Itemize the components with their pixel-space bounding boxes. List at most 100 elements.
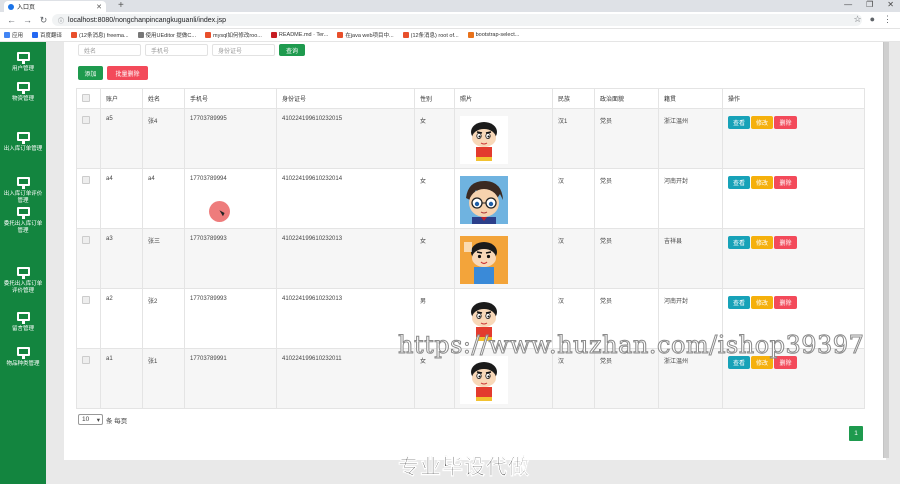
sidebar-item-label: 出入库订单评价管理 bbox=[3, 191, 43, 204]
row-checkbox[interactable] bbox=[82, 296, 90, 304]
view-button[interactable]: 查看 bbox=[728, 116, 750, 129]
monitor-icon bbox=[16, 132, 30, 144]
translate-icon bbox=[32, 32, 39, 38]
tab-title: 入口页 bbox=[17, 5, 36, 11]
monitor-icon bbox=[16, 207, 30, 219]
row-select-cell bbox=[76, 228, 101, 289]
bookmark-item[interactable]: (12条消息) root of... bbox=[402, 31, 459, 39]
minimize-icon[interactable]: — bbox=[844, 0, 852, 9]
sidebar-item[interactable]: 用户管理 bbox=[0, 52, 46, 73]
bookmark-label: (12条消息) freema... bbox=[79, 33, 129, 39]
reload-icon[interactable]: ↻ bbox=[39, 15, 48, 26]
view-button[interactable]: 查看 bbox=[728, 176, 750, 189]
monitor-icon bbox=[16, 312, 30, 324]
view-button[interactable]: 查看 bbox=[728, 296, 750, 309]
sidebar-item[interactable]: 物品种类管理 bbox=[0, 347, 46, 368]
bookmark-item[interactable]: (12条消息) freema... bbox=[71, 31, 129, 39]
cell-account: a2 bbox=[100, 288, 143, 349]
browser-tab[interactable]: 入口页 ✕ bbox=[4, 1, 106, 12]
cell-political: 党员 bbox=[594, 168, 659, 229]
close-window-icon[interactable]: ✕ bbox=[887, 0, 894, 9]
monitor-icon bbox=[16, 177, 30, 189]
menu-icon[interactable]: ⋮ bbox=[883, 14, 892, 25]
bookmark-item[interactable]: bootstrap-select... bbox=[467, 32, 519, 38]
bookmark-item[interactable]: 使用UEditor 提做C... bbox=[137, 31, 196, 39]
cell-gender: 女 bbox=[414, 168, 455, 229]
close-tab-icon[interactable]: ✕ bbox=[96, 3, 102, 11]
sidebar-item[interactable]: 出入库订单管理 bbox=[0, 132, 46, 153]
edit-button[interactable]: 修改 bbox=[751, 176, 773, 189]
csdn-icon bbox=[337, 32, 344, 38]
gitee-icon bbox=[270, 32, 277, 38]
view-button[interactable]: 查看 bbox=[728, 236, 750, 249]
table-row: a3 张三 17703789993 410224199610232013 女 汉党员 吉祥县… bbox=[76, 228, 865, 289]
cell-actions: 查看 修改 删除 bbox=[722, 108, 865, 169]
address-bar[interactable]: ⓘ localhost:8080/nongchanpincangkuguanli… bbox=[52, 14, 862, 26]
monitor-icon bbox=[16, 52, 30, 64]
edit-button[interactable]: 修改 bbox=[751, 236, 773, 249]
chevron-down-icon: ▾ bbox=[96, 416, 100, 424]
edit-button[interactable]: 修改 bbox=[751, 296, 773, 309]
apps-icon bbox=[4, 32, 10, 38]
sidebar-item[interactable]: 委托出入库订单管理 bbox=[0, 207, 46, 235]
restore-icon[interactable]: ❐ bbox=[866, 0, 873, 9]
csdn-icon bbox=[71, 32, 78, 38]
sidebar-item[interactable]: 出入库订单评价管理 bbox=[0, 177, 46, 205]
page-icon bbox=[137, 32, 144, 38]
star-icon[interactable]: ☆ bbox=[853, 14, 861, 25]
user-photo-image bbox=[460, 116, 508, 164]
page-1-button[interactable]: 1 bbox=[849, 426, 863, 441]
row-select-cell bbox=[76, 108, 101, 169]
bookmark-item[interactable]: 应用 bbox=[4, 31, 23, 39]
sidebar-item[interactable]: 留言管理 bbox=[0, 312, 46, 333]
sidebar-item-label: 委托出入库订单管理 bbox=[3, 221, 43, 234]
cell-photo bbox=[454, 108, 553, 169]
cell-idcard: 410224199610232013 bbox=[276, 288, 415, 349]
new-tab-icon[interactable]: + bbox=[118, 0, 124, 11]
page-size-select[interactable]: 10 ▾ bbox=[78, 414, 103, 425]
select-all-checkbox[interactable] bbox=[82, 93, 90, 102]
bookmark-label: README.md · Ter... bbox=[278, 32, 329, 38]
bookmark-item[interactable]: mysql如何修改roo... bbox=[204, 31, 262, 39]
mouse-cursor-highlight bbox=[209, 201, 230, 222]
window-controls: — ❐ ✕ bbox=[844, 0, 894, 9]
phone-search-input[interactable]: 手机号 bbox=[145, 44, 208, 56]
delete-button[interactable]: 删除 bbox=[774, 176, 797, 189]
cell-gender: 女 bbox=[414, 108, 455, 169]
info-icon[interactable]: ⓘ bbox=[58, 16, 64, 25]
idcard-search-input[interactable]: 身份证号 bbox=[212, 44, 275, 56]
query-button[interactable]: 查询 bbox=[279, 44, 305, 56]
forward-icon[interactable]: → bbox=[23, 15, 32, 25]
url-text: localhost:8080/nongchanpincangkuguanli/i… bbox=[68, 16, 227, 24]
profile-icon[interactable]: ● bbox=[870, 14, 875, 25]
csdn-icon bbox=[402, 32, 409, 38]
row-checkbox[interactable] bbox=[82, 356, 90, 364]
row-checkbox[interactable] bbox=[82, 236, 90, 244]
delete-button[interactable]: 删除 bbox=[774, 236, 797, 249]
sidebar-item[interactable]: 物资管理 bbox=[0, 82, 46, 103]
edit-button[interactable]: 修改 bbox=[751, 116, 773, 129]
cell-political: 党员 bbox=[594, 228, 659, 289]
add-button[interactable]: 添加 bbox=[78, 66, 103, 80]
scrollbar[interactable] bbox=[883, 42, 889, 458]
bookmark-item[interactable]: 在java web项目中... bbox=[337, 31, 394, 39]
bookmark-item[interactable]: README.md · Ter... bbox=[270, 32, 329, 38]
batch-delete-button[interactable]: 批量删除 bbox=[107, 66, 148, 80]
row-checkbox[interactable] bbox=[82, 176, 90, 184]
cell-hometown: 浙江温州 bbox=[658, 108, 723, 169]
user-photo-image bbox=[460, 356, 508, 404]
row-select-cell bbox=[76, 288, 101, 349]
cell-idcard: 410224199610232011 bbox=[276, 348, 415, 409]
sidebar-item-label: 用户管理 bbox=[11, 66, 34, 72]
back-icon[interactable]: ← bbox=[7, 15, 16, 25]
row-checkbox[interactable] bbox=[82, 116, 90, 124]
sidebar-item-label: 留言管理 bbox=[11, 326, 34, 332]
delete-button[interactable]: 删除 bbox=[774, 116, 797, 129]
name-search-input[interactable]: 姓名 bbox=[78, 44, 141, 56]
page-size-value: 10 bbox=[82, 416, 90, 423]
sidebar-item[interactable]: 委托出入库订单评价管理 bbox=[0, 267, 46, 295]
bookmark-item[interactable]: 百度翻译 bbox=[32, 31, 62, 39]
cell-account: a3 bbox=[100, 228, 143, 289]
delete-button[interactable]: 删除 bbox=[774, 296, 797, 309]
globe-icon bbox=[8, 3, 14, 10]
